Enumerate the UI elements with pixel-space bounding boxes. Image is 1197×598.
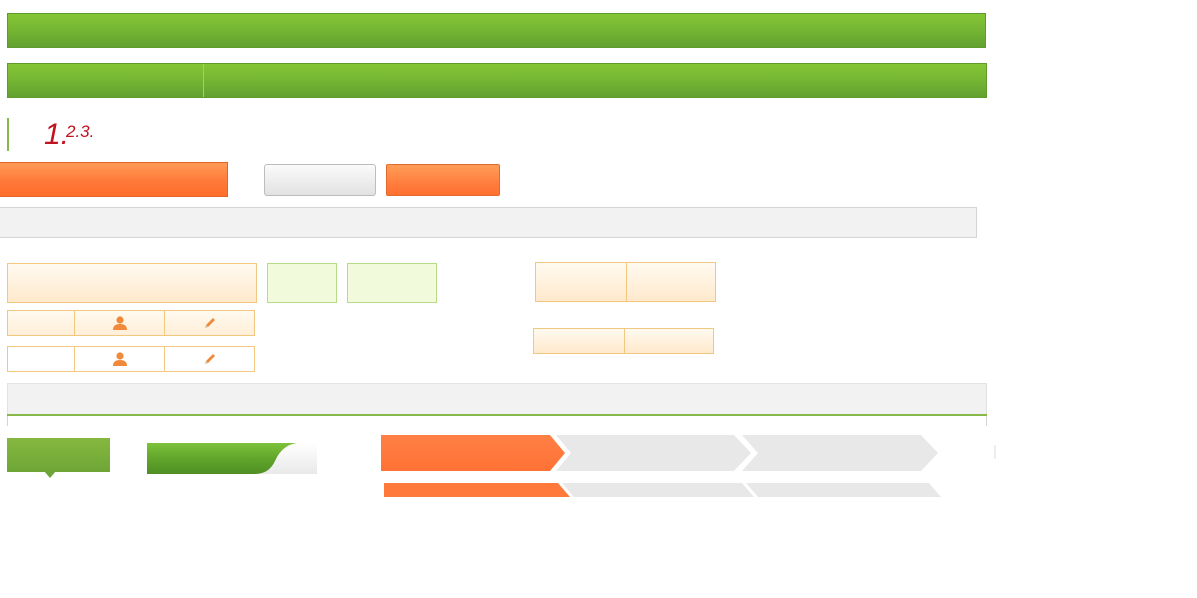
- pencil-icon: [202, 352, 218, 366]
- split-input-large: [535, 262, 716, 302]
- nav-tab-rest[interactable]: [204, 64, 986, 97]
- row-cell-user[interactable]: [75, 347, 165, 371]
- nav-bar: [7, 63, 987, 98]
- row-cell-blank: [8, 311, 75, 335]
- top-header-bar: [7, 13, 986, 48]
- text-input-large[interactable]: [7, 263, 257, 303]
- step-indicator: 1. 2.3.: [44, 120, 124, 152]
- row-cell-blank: [8, 347, 75, 371]
- active-tab[interactable]: [7, 438, 110, 472]
- progress-step-1: [381, 435, 565, 471]
- split-input-right[interactable]: [627, 263, 715, 301]
- user-icon: [112, 352, 128, 366]
- step-rest: 2.3.: [66, 122, 95, 141]
- list-row[interactable]: [7, 346, 255, 372]
- orange-button[interactable]: [386, 164, 500, 196]
- list-row[interactable]: [7, 310, 255, 336]
- gray-panel: [0, 207, 977, 238]
- row-cell-user[interactable]: [75, 311, 165, 335]
- progress-step-small-3: [746, 483, 941, 497]
- input-lime-medium[interactable]: [347, 263, 437, 303]
- content-panel-underline: [7, 414, 987, 416]
- split-input-small-left[interactable]: [534, 329, 625, 353]
- progress-steps: [381, 435, 997, 471]
- content-panel-header: [7, 383, 987, 415]
- progress-step-small-1: [384, 483, 570, 497]
- curved-tab[interactable]: [147, 443, 317, 474]
- split-input-left[interactable]: [536, 263, 627, 301]
- step-divider: [7, 118, 9, 151]
- content-panel-left-edge: [7, 416, 8, 426]
- pencil-icon: [202, 316, 218, 330]
- split-input-small: [533, 328, 714, 354]
- active-tab-pointer: [44, 471, 56, 478]
- input-lime-small[interactable]: [267, 263, 337, 303]
- user-icon: [112, 316, 128, 330]
- secondary-gray-button[interactable]: [264, 164, 376, 196]
- progress-steps-small: [384, 483, 944, 497]
- row-cell-edit[interactable]: [165, 347, 254, 371]
- nav-tab-first[interactable]: [8, 64, 204, 97]
- content-panel-right-edge: [986, 416, 987, 426]
- progress-step-2: [556, 435, 751, 471]
- split-input-small-right[interactable]: [625, 329, 713, 353]
- progress-step-3: [742, 435, 938, 471]
- row-cell-edit[interactable]: [165, 311, 254, 335]
- primary-orange-bar-button[interactable]: [0, 162, 228, 197]
- progress-step-small-2: [562, 483, 754, 497]
